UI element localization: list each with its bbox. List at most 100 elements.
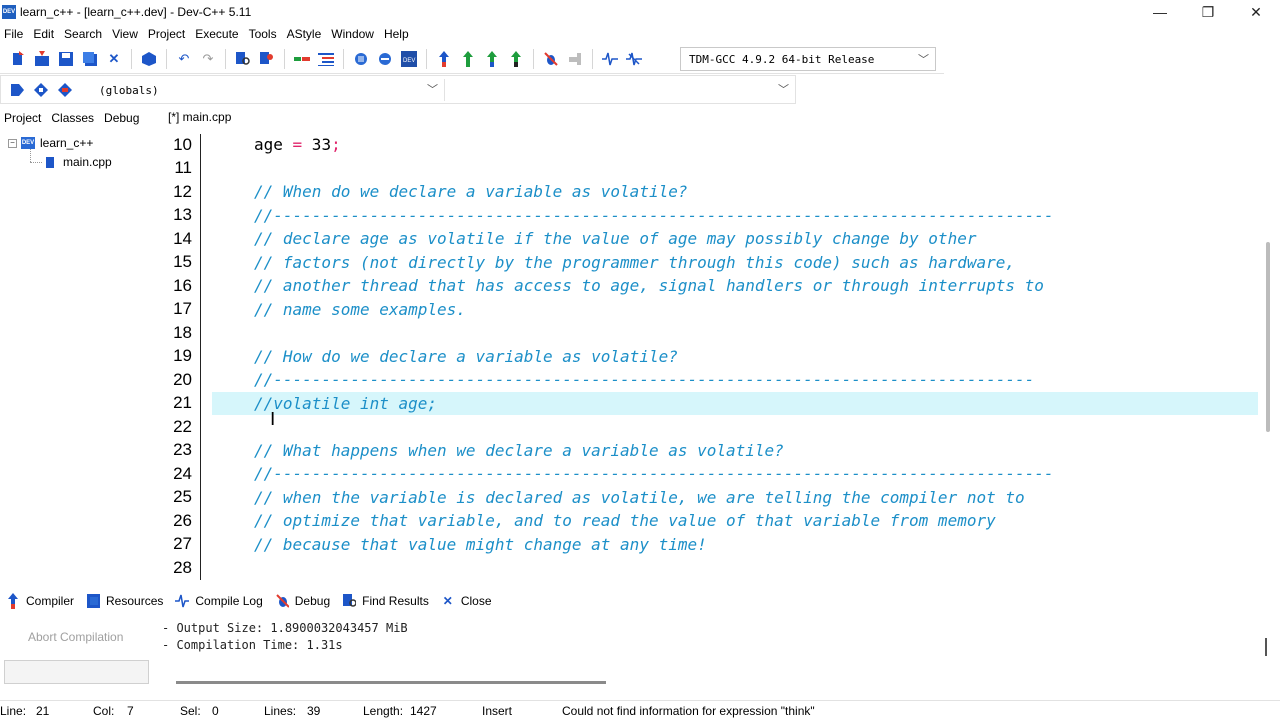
close-window-button[interactable]: ✕: [1232, 0, 1280, 24]
goto-declaration-icon[interactable]: [7, 80, 27, 100]
save-all-icon[interactable]: [80, 49, 100, 69]
code-line[interactable]: 22: [160, 415, 1260, 439]
menu-help[interactable]: Help: [379, 27, 414, 41]
code-line[interactable]: 15 // factors (not directly by the progra…: [160, 251, 1260, 275]
abort-compilation-button[interactable]: Abort Compilation: [28, 630, 123, 644]
code-line[interactable]: 25 // when the variable is declared as vo…: [160, 486, 1260, 510]
line-number: 15: [173, 252, 192, 272]
open-project-icon[interactable]: [32, 49, 52, 69]
tab-compiler[interactable]: Compiler: [6, 593, 75, 609]
delete-profile-icon[interactable]: [624, 49, 644, 69]
print-icon[interactable]: [139, 49, 159, 69]
code-line[interactable]: 18: [160, 321, 1260, 345]
compile-run-icon[interactable]: [482, 49, 502, 69]
rebuild-all-icon[interactable]: [506, 49, 526, 69]
log-horizontal-scrollbar[interactable]: [176, 681, 606, 684]
goto-bookmark-icon[interactable]: [55, 80, 75, 100]
tab-project[interactable]: Project: [0, 111, 46, 125]
code-line[interactable]: 16 // another thread that has access to a…: [160, 274, 1260, 298]
save-icon[interactable]: [56, 49, 76, 69]
line-number: 23: [173, 440, 192, 460]
maximize-button[interactable]: ❐: [1184, 0, 1232, 24]
compile-log-output[interactable]: - Output Size: 1.8900032043457 MiB - Com…: [162, 620, 408, 654]
new-file-icon[interactable]: [8, 49, 28, 69]
goto-definition-icon[interactable]: [31, 80, 51, 100]
new-class-icon[interactable]: [351, 49, 371, 69]
code-line[interactable]: 17 // name some examples.: [160, 298, 1260, 322]
code-line[interactable]: 24 //------------------------------------…: [160, 462, 1260, 486]
operator-token: =: [292, 135, 303, 155]
profile-icon[interactable]: [600, 49, 620, 69]
code-line-active[interactable]: 21 //volatile int age;: [173, 391, 1258, 415]
delete-class-icon[interactable]: [375, 49, 395, 69]
svg-text:DEV: DEV: [403, 58, 415, 64]
code-editor[interactable]: 10 age = 33; 11 12 // When do we declare a v…: [160, 130, 1280, 580]
menu-astyle[interactable]: AStyle: [282, 27, 327, 41]
collapse-icon[interactable]: −: [8, 138, 17, 148]
project-options-icon[interactable]: DEV: [399, 49, 419, 69]
code-line[interactable]: 19 // How do we declare a variable as vol…: [160, 345, 1260, 369]
chevron-down-icon: ﹀: [918, 53, 929, 66]
code-line[interactable]: 23 // What happens when we declare a vari…: [160, 439, 1260, 463]
code-text: // because that value might change at an…: [254, 534, 707, 554]
redo-icon[interactable]: ↷: [198, 49, 218, 69]
debug-icon: [275, 594, 289, 608]
menu-file[interactable]: File: [0, 27, 28, 41]
compile-icon[interactable]: [434, 49, 454, 69]
tab-classes[interactable]: Classes: [46, 111, 99, 125]
undo-icon[interactable]: ↶: [174, 49, 194, 69]
replace-icon[interactable]: [257, 49, 277, 69]
editor-vertical-scrollbar[interactable]: [1266, 242, 1270, 432]
menu-execute[interactable]: Execute: [190, 27, 243, 41]
line-number: 20: [173, 369, 192, 389]
tree-item-project[interactable]: − DEV learn_c++: [8, 136, 93, 150]
tab-compile-log[interactable]: Compile Log: [175, 594, 263, 608]
menu-tools[interactable]: Tools: [244, 27, 282, 41]
code-line[interactable]: 26 // optimize that variable, and to read…: [160, 509, 1260, 533]
code-line[interactable]: 11: [160, 157, 1260, 181]
tab-find-results[interactable]: Find Results: [342, 594, 429, 608]
menu-search[interactable]: Search: [59, 27, 107, 41]
minimize-button[interactable]: —: [1136, 0, 1184, 24]
toolbar-separator: [533, 48, 534, 69]
window-title: learn_c++ - [learn_c++.dev] - Dev-C++ 5.…: [20, 5, 252, 19]
code-text: age = 33;: [254, 135, 341, 154]
tab-label: Compiler: [26, 594, 75, 608]
find-icon[interactable]: [233, 49, 253, 69]
code-line[interactable]: 20 //------------------------------------…: [160, 368, 1260, 392]
code-line[interactable]: 13 //------------------------------------…: [160, 204, 1260, 228]
title-bar: DEV learn_c++ - [learn_c++.dev] - Dev-C+…: [0, 0, 1280, 24]
code-line[interactable]: 14 // declare age as volatile if the valu…: [160, 227, 1260, 251]
status-col-label: Col:: [93, 704, 115, 718]
menu-window[interactable]: Window: [326, 27, 379, 41]
log-vertical-scrollbar[interactable]: [1265, 638, 1267, 656]
stop-execution-icon[interactable]: [565, 49, 585, 69]
tree-item-main-cpp[interactable]: main.cpp: [46, 155, 112, 169]
tab-debug-output[interactable]: Debug: [275, 594, 330, 608]
tree-connector: [30, 162, 42, 163]
tab-close[interactable]: ✕ Close: [441, 594, 492, 608]
indent-icon[interactable]: [316, 49, 336, 69]
chevron-down-icon: ﹀: [778, 84, 789, 96]
tab-resources[interactable]: Resources: [86, 594, 163, 608]
line-number: 10: [173, 134, 192, 154]
tree-item-label: main.cpp: [63, 155, 112, 169]
code-line[interactable]: 10 age = 33;: [160, 133, 1260, 157]
tab-debug[interactable]: Debug: [99, 111, 144, 125]
run-icon[interactable]: [458, 49, 478, 69]
toggle-comment-icon[interactable]: [292, 49, 312, 69]
scope-select[interactable]: (globals) ﹀: [89, 79, 445, 101]
code-line[interactable]: 27 // because that value might change at …: [160, 533, 1260, 557]
semicolon-token: ;: [331, 135, 341, 155]
debug-bug-icon[interactable]: [541, 49, 561, 69]
editor-tab-main-cpp[interactable]: [*] main.cpp: [168, 110, 231, 124]
code-line[interactable]: 12 // When do we declare a variable as vo…: [160, 180, 1260, 204]
close-file-icon[interactable]: ✕: [104, 49, 124, 69]
menu-view[interactable]: View: [107, 27, 143, 41]
code-line[interactable]: 28: [160, 556, 1260, 580]
menu-edit[interactable]: Edit: [28, 27, 59, 41]
compiler-select[interactable]: TDM-GCC 4.9.2 64-bit Release ﹀: [680, 47, 936, 71]
member-select[interactable]: ﹀: [447, 79, 795, 101]
code-text: //--------------------------------------…: [254, 464, 1054, 484]
menu-project[interactable]: Project: [143, 27, 190, 41]
